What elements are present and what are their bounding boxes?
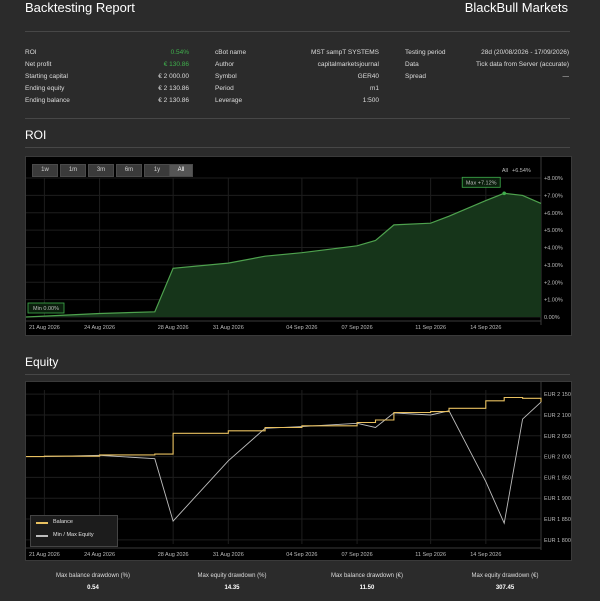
- equity-y-tick: EUR 1 950.00: [544, 475, 571, 481]
- broker-name: BlackBull Markets: [464, 0, 568, 15]
- summary-label: Leverage: [215, 97, 243, 104]
- summary-label: Author: [215, 61, 235, 68]
- roi-y-tick: +1.00%: [544, 298, 563, 304]
- roi-y-tick: +5.00%: [544, 228, 563, 234]
- balance-legend-swatch: [36, 522, 48, 524]
- drawdown-value: 11.50: [359, 585, 375, 591]
- roi-y-tick: +2.00%: [544, 280, 563, 286]
- equity-x-tick: 04 Sep 2026: [286, 552, 317, 558]
- equity-y-tick: EUR 1 900.00: [544, 496, 571, 502]
- drawdown-value: 307.45: [495, 585, 515, 591]
- summary-label: ROI: [25, 49, 37, 56]
- roi-x-tick: 21 Aug 2026: [29, 325, 60, 331]
- roi-x-tick: 11 Sep 2026: [415, 325, 446, 331]
- roi-section-title: ROI: [25, 128, 47, 142]
- equity-chart-panel: EUR 2 150.00 EUR 2 100.00 EUR 2 050.00 EUR …: [25, 381, 572, 561]
- roi-divider: [25, 147, 570, 148]
- equity-legend-label: Min / Max Equity: [53, 532, 94, 538]
- roi-x-tick: 28 Aug 2026: [158, 325, 189, 331]
- summary-value: 0.54%: [170, 49, 189, 56]
- summary-label: Testing period: [405, 49, 446, 56]
- roi-y-tick: 0.00%: [544, 315, 560, 321]
- equity-x-tick: 31 Aug 2026: [213, 552, 244, 558]
- equity-y-tick: EUR 2 150.00: [544, 392, 571, 398]
- equity-x-tick: 11 Sep 2026: [415, 552, 446, 558]
- drawdown-label: Max equity drawdown (%): [197, 573, 267, 579]
- summary-value: capitalmarketsjournal: [317, 61, 379, 68]
- drawdown-stat: Max balance drawdown (€) 11.50: [302, 573, 432, 591]
- balance-line: [26, 396, 542, 458]
- summary-label: Period: [215, 85, 234, 92]
- summary-label: Starting capital: [25, 73, 68, 80]
- roi-chart: +8.00% +7.00% +6.00% +5.00% +4.00% +3.00% +2.0…: [26, 157, 563, 331]
- drawdown-label: Max balance drawdown (%): [55, 573, 131, 579]
- summary-label: cBot name: [215, 49, 247, 56]
- summary-value: € 2 130.86: [158, 97, 189, 104]
- roi-x-tick: 14 Sep 2026: [470, 325, 501, 331]
- summary-value: 28d (20/08/2026 - 17/09/2026): [481, 49, 569, 56]
- summary-value: € 2 130.86: [158, 85, 189, 92]
- equity-x-tick: 14 Sep 2026: [470, 552, 501, 558]
- equity-x-tick: 07 Sep 2026: [341, 552, 372, 558]
- header-divider: [25, 31, 570, 32]
- roi-x-tick: 31 Aug 2026: [213, 325, 244, 331]
- roi-y-tick: +8.00%: [544, 176, 563, 182]
- roi-legend-label: All: [502, 168, 508, 174]
- summary-value: MST sampT SYSTEMS: [310, 49, 379, 56]
- drawdown-label: Max balance drawdown (€): [330, 573, 404, 579]
- equity-y-tick: EUR 2 050.00: [544, 434, 571, 440]
- roi-max-point: [502, 191, 507, 196]
- equity-legend: Balance Min / Max Equity: [30, 515, 118, 547]
- equity-legend-swatch: [36, 535, 48, 537]
- summary-value: —: [562, 73, 570, 80]
- equity-section-title: Equity: [25, 355, 59, 369]
- roi-y-tick: +7.00%: [544, 193, 563, 199]
- roi-min-label: Min 0.00%: [33, 306, 59, 312]
- summary-value: Tick data from Server (accurate): [476, 61, 569, 68]
- equity-y-tick: EUR 2 100.00: [544, 413, 571, 419]
- summary-value: € 130.86: [163, 61, 189, 68]
- roi-chart-panel: 1w 1m 3m 6m 1y All +8.00% +7.00% +6.00% +5.00% +4…: [25, 156, 572, 336]
- equity-x-tick: 24 Aug 2026: [84, 552, 115, 558]
- drawdown-stat: Max equity drawdown (€) 307.45: [440, 573, 570, 591]
- roi-max-label: Max +7.12%: [466, 180, 497, 186]
- equity-line: [26, 401, 542, 525]
- drawdown-label: Max equity drawdown (€): [471, 573, 539, 579]
- roi-area: [26, 193, 541, 317]
- roi-y-tick: +4.00%: [544, 246, 563, 252]
- equity-y-tick: EUR 1 850.00: [544, 517, 571, 523]
- summary-value: GER40: [357, 73, 379, 80]
- drawdown-value: 0.54: [87, 585, 99, 591]
- summary-divider: [25, 118, 570, 119]
- summary-value: 1:500: [362, 97, 379, 104]
- roi-x-tick: 07 Sep 2026: [341, 325, 372, 331]
- report-title: Backtesting Report: [25, 0, 135, 15]
- equity-x-tick: 28 Aug 2026: [158, 552, 189, 558]
- roi-y-tick: +3.00%: [544, 263, 563, 269]
- summary-label: Symbol: [215, 73, 237, 80]
- summary-label: Ending balance: [25, 97, 70, 104]
- summary-label: Net profit: [25, 61, 52, 68]
- equity-y-tick: EUR 1 800.00: [544, 538, 571, 544]
- summary-label: Data: [405, 61, 419, 68]
- balance-legend-label: Balance: [53, 519, 73, 525]
- roi-x-tick: 04 Sep 2026: [286, 325, 317, 331]
- equity-y-tick: EUR 2 000.00: [544, 455, 571, 461]
- drawdown-stat: Max equity drawdown (%) 14.35: [167, 573, 297, 591]
- roi-legend-value: +6.54%: [512, 168, 531, 174]
- drawdown-value: 14.35: [224, 585, 240, 591]
- roi-x-tick: 24 Aug 2026: [84, 325, 115, 331]
- summary-label: Spread: [405, 73, 426, 80]
- roi-y-tick: +6.00%: [544, 211, 563, 217]
- summary-value: € 2 000.00: [158, 73, 189, 80]
- equity-divider: [25, 374, 570, 375]
- equity-x-tick: 21 Aug 2026: [29, 552, 60, 558]
- summary-label: Ending equity: [25, 85, 65, 92]
- summary-value: m1: [369, 85, 379, 92]
- drawdown-stat: Max balance drawdown (%) 0.54: [28, 573, 158, 591]
